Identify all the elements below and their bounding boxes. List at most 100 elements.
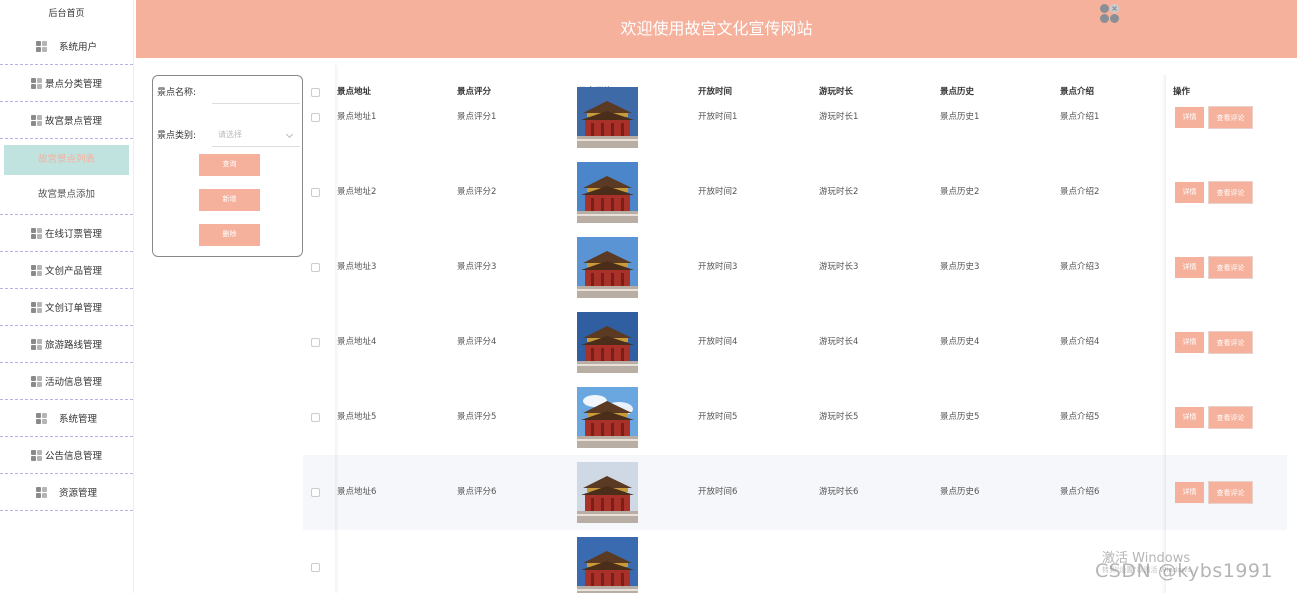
view-comments-button[interactable]: 查看评论 — [1208, 481, 1253, 504]
cell-intro: 景点介绍3 — [1060, 262, 1100, 272]
menu-grid-icon — [30, 114, 42, 126]
cell-open-time: 开放时间2 — [698, 187, 738, 197]
detail-button[interactable]: 详情 — [1175, 407, 1204, 428]
scenic-image — [577, 462, 638, 523]
cell-score: 景点评分4 — [457, 337, 497, 347]
detail-button[interactable]: 详情 — [1175, 182, 1204, 203]
view-comments-button[interactable]: 查看评论 — [1208, 331, 1253, 354]
cell-open-time: 开放时间4 — [698, 337, 738, 347]
row-checkbox[interactable] — [311, 338, 320, 347]
scenic-category-placeholder: 请选择 — [218, 130, 242, 139]
cell-score: 景点评分1 — [457, 112, 497, 122]
site-title: 欢迎使用故宫文化宣传网站 — [620, 19, 813, 38]
app-logo-icon — [1100, 4, 1119, 23]
cell-history: 景点历史2 — [940, 187, 980, 197]
row-checkbox[interactable] — [311, 188, 320, 197]
sidebar-subitem-scenic-add[interactable]: 故宫景点添加 — [0, 175, 133, 215]
scenic-image — [577, 87, 638, 148]
view-comments-button[interactable]: 查看评论 — [1208, 406, 1253, 429]
cell-duration: 游玩时长3 — [819, 262, 859, 272]
cell-open-time: 开放时间5 — [698, 412, 738, 422]
cell-score: 景点评分6 — [457, 487, 497, 497]
sidebar-menu-label: 公告信息管理 — [44, 451, 102, 462]
sidebar-menu-item[interactable]: 故宫景点管理 — [0, 102, 133, 139]
top-header: 欢迎使用故宫文化宣传网站 — [136, 0, 1297, 58]
view-comments-button[interactable]: 查看评论 — [1208, 256, 1253, 279]
table-row[interactable]: 景点地址6 景点评分6 开放时间6 游玩时长6 景点历史6 景点介绍6 详情 查看评论 — [303, 455, 1287, 530]
menu-grid-icon — [30, 449, 42, 461]
sidebar-menu-label: 系统用户 — [58, 42, 97, 53]
detail-button[interactable]: 详情 — [1175, 482, 1204, 503]
cell-open-time: 开放时间6 — [698, 487, 738, 497]
palace-photo-icon — [577, 162, 638, 223]
scenic-image — [577, 312, 638, 373]
cell-intro: 景点介绍2 — [1060, 187, 1100, 197]
palace-photo-icon — [577, 387, 638, 448]
cell-duration: 游玩时长6 — [819, 487, 859, 497]
sidebar-menu-item[interactable]: 文创产品管理 — [0, 252, 133, 289]
table-row[interactable]: 景点地址3 景点评分3 开放时间3 游玩时长3 景点历史3 景点介绍3 详情 查看评论 — [303, 230, 1287, 305]
cell-duration: 游玩时长4 — [819, 337, 859, 347]
menu-grid-icon — [30, 77, 42, 89]
sidebar-menu-label: 活动信息管理 — [44, 377, 102, 388]
scenic-image — [577, 237, 638, 298]
sidebar-menu-item[interactable]: 活动信息管理 — [0, 363, 133, 400]
sidebar: 后台首页 系统用户景点分类管理故宫景点管理 故宫景点列表 故宫景点添加 在线订票… — [0, 0, 134, 593]
sidebar-menu-label: 文创订单管理 — [44, 303, 102, 314]
sidebar-menu-label: 故宫景点管理 — [44, 116, 102, 127]
palace-photo-icon — [577, 312, 638, 373]
sidebar-menu-item[interactable]: 系统管理 — [0, 400, 133, 437]
sidebar-menu-item[interactable]: 文创订单管理 — [0, 289, 133, 326]
query-button[interactable]: 查询 — [199, 154, 260, 176]
sidebar-menu-item[interactable]: 资源管理 — [0, 474, 133, 511]
cell-open-time: 开放时间1 — [698, 112, 738, 122]
table-row[interactable]: 景点地址5 景点评分5 开放时间5 游玩时长5 景点历史5 景点介绍5 详情 查看评论 — [303, 380, 1287, 455]
scenic-image — [577, 387, 638, 448]
row-checkbox[interactable] — [311, 413, 320, 422]
cell-score: 景点评分5 — [457, 412, 497, 422]
cell-address: 景点地址2 — [337, 187, 377, 197]
sidebar-subitem-scenic-list[interactable]: 故宫景点列表 — [4, 145, 129, 175]
cell-history: 景点历史1 — [940, 112, 980, 122]
cell-history: 景点历史4 — [940, 337, 980, 347]
cell-score: 景点评分3 — [457, 262, 497, 272]
delete-button[interactable]: 删除 — [199, 224, 260, 246]
table-row[interactable]: 景点地址1 景点评分1 开放时间1 游玩时长1 景点历史1 景点介绍1 详情 查看评论 — [303, 80, 1287, 155]
menu-grid-icon — [30, 264, 42, 276]
sidebar-home-link[interactable]: 后台首页 — [0, 0, 133, 28]
sidebar-menu-item[interactable]: 旅游路线管理 — [0, 326, 133, 363]
palace-photo-icon — [577, 462, 638, 523]
palace-photo-icon — [577, 87, 638, 148]
chevron-down-icon — [285, 130, 294, 139]
cell-address: 景点地址1 — [337, 112, 377, 122]
row-checkbox[interactable] — [311, 113, 320, 122]
table-row[interactable]: 景点地址4 景点评分4 开放时间4 游玩时长4 景点历史4 景点介绍4 详情 查看评论 — [303, 305, 1287, 380]
sidebar-menu-item[interactable]: 景点分类管理 — [0, 65, 133, 102]
menu-grid-icon — [30, 375, 42, 387]
scenic-category-select[interactable]: 请选择 — [212, 123, 300, 147]
scenic-name-label: 景点名称: — [157, 88, 197, 98]
view-comments-button[interactable]: 查看评论 — [1208, 106, 1253, 129]
cell-intro: 景点介绍6 — [1060, 487, 1100, 497]
cell-intro: 景点介绍5 — [1060, 412, 1100, 422]
table-row[interactable]: 景点地址2 景点评分2 开放时间2 游玩时长2 景点历史2 景点介绍2 详情 查看评论 — [303, 155, 1287, 230]
sidebar-menu-label: 在线订票管理 — [44, 229, 102, 240]
cell-duration: 游玩时长5 — [819, 412, 859, 422]
add-button[interactable]: 新增 — [199, 189, 260, 211]
cell-history: 景点历史5 — [940, 412, 980, 422]
cell-intro: 景点介绍4 — [1060, 337, 1100, 347]
view-comments-button[interactable]: 查看评论 — [1208, 181, 1253, 204]
cell-address: 景点地址6 — [337, 487, 377, 497]
row-checkbox[interactable] — [311, 488, 320, 497]
detail-button[interactable]: 详情 — [1175, 257, 1204, 278]
scenic-name-input[interactable] — [212, 82, 300, 104]
sidebar-menu-item[interactable]: 系统用户 — [0, 28, 133, 65]
row-checkbox[interactable] — [311, 263, 320, 272]
sidebar-menu-item[interactable]: 在线订票管理 — [0, 215, 133, 252]
detail-button[interactable]: 详情 — [1175, 332, 1204, 353]
detail-button[interactable]: 详情 — [1175, 107, 1204, 128]
sidebar-menu-item[interactable]: 公告信息管理 — [0, 437, 133, 474]
cell-intro: 景点介绍1 — [1060, 112, 1100, 122]
row-checkbox[interactable] — [311, 563, 320, 572]
menu-grid-icon — [30, 227, 42, 239]
